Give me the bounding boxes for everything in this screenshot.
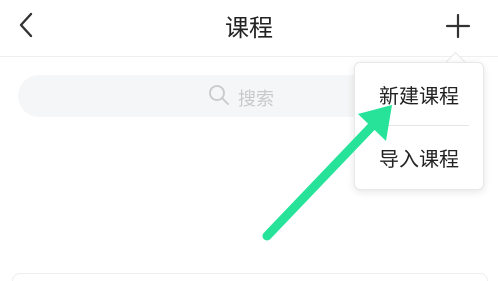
course-card[interactable] <box>12 273 488 281</box>
menu-item-new-course[interactable]: 新建课程 <box>355 63 483 125</box>
dropdown-menu: 新建课程 导入课程 <box>354 62 484 190</box>
page-title: 课程 <box>225 14 273 42</box>
search-placeholder: 搜索 <box>238 88 274 110</box>
search-inner: 搜索 <box>208 84 274 111</box>
course-screen: 课程 搜索 新建课程 导入课程 <box>0 0 498 281</box>
search-icon <box>208 84 230 111</box>
top-bar: 课程 <box>0 0 498 57</box>
search-bar[interactable]: 搜索 <box>18 75 378 117</box>
menu-item-import-course[interactable]: 导入课程 <box>355 126 483 188</box>
plus-icon <box>445 13 471 43</box>
add-button[interactable] <box>438 8 478 48</box>
